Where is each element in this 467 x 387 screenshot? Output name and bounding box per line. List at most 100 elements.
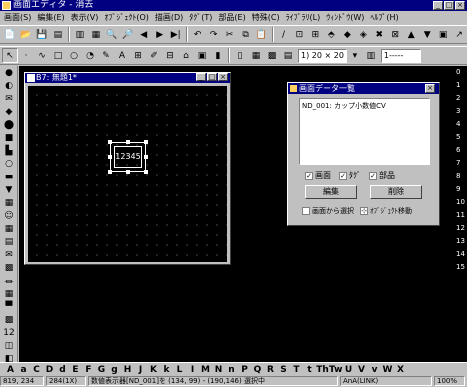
indicator-part-icon[interactable]: ◆ xyxy=(1,106,17,118)
calendar-part-icon[interactable]: ▀ xyxy=(1,301,17,313)
child-minimize-button[interactable]: _ xyxy=(196,73,206,81)
resize-handle[interactable] xyxy=(108,170,112,174)
letter-button[interactable]: Tw xyxy=(329,365,342,375)
letter-button[interactable]: L xyxy=(173,365,186,375)
resize-handle[interactable] xyxy=(108,140,112,144)
zoom-in-icon[interactable]: 🔍 xyxy=(104,27,120,42)
layer-number[interactable]: 3 xyxy=(455,105,467,118)
letter-button[interactable]: H xyxy=(121,365,134,375)
letter-button[interactable]: R xyxy=(264,365,277,375)
resize-handle[interactable] xyxy=(144,140,148,144)
letter-button[interactable]: g xyxy=(108,365,121,375)
tag-checkbox[interactable]: ✓ ﾀｸﾞ xyxy=(339,170,361,181)
trend-part-icon[interactable]: ▦ xyxy=(1,288,17,300)
cut-icon[interactable]: ✂ xyxy=(222,27,238,42)
menu-object[interactable]: ｵﾌﾞｼﾞｪｸﾄ(O) xyxy=(101,11,152,24)
dialog-close-button[interactable]: × xyxy=(425,84,435,93)
alarm-part-icon[interactable]: ▩ xyxy=(1,314,17,326)
resize-handle[interactable] xyxy=(126,140,130,144)
layer-number[interactable]: 8 xyxy=(455,170,467,183)
message-part-icon[interactable]: ✉ xyxy=(1,93,17,105)
child-maximize-button[interactable]: □ xyxy=(207,73,217,81)
next-screen-icon[interactable]: ▶ xyxy=(152,27,168,42)
letter-button[interactable]: k xyxy=(160,365,173,375)
dot-tool-icon[interactable]: · xyxy=(18,48,34,63)
letter-button[interactable]: V xyxy=(355,365,368,375)
letter-button[interactable]: P xyxy=(238,365,251,375)
layer-number[interactable]: 10 xyxy=(455,196,467,209)
screen-list-icon[interactable]: ▥ xyxy=(72,27,88,42)
menu-special[interactable]: 特殊(C) xyxy=(249,11,283,24)
jump-screen-icon[interactable]: ▶| xyxy=(168,27,184,42)
resize-handle[interactable] xyxy=(144,170,148,174)
dialog-titlebar[interactable]: 画面データ一覧 × xyxy=(288,83,439,94)
switch-tool-icon[interactable]: ⊟ xyxy=(162,48,178,63)
table-tool-icon[interactable]: ⊞ xyxy=(130,48,146,63)
screen-canvas[interactable]: 12345 xyxy=(28,86,227,262)
polyline-tool-icon[interactable]: ∿ xyxy=(34,48,50,63)
redo-icon[interactable]: ↷ xyxy=(206,27,222,42)
edit-button[interactable]: 編集 xyxy=(305,185,357,199)
layout-icon[interactable]: ▤ xyxy=(280,48,296,63)
letter-button[interactable]: M xyxy=(199,365,212,375)
numeric-display-object[interactable]: 12345 xyxy=(108,140,148,174)
child-close-button[interactable]: × xyxy=(218,73,228,81)
copy-icon[interactable]: ⧉ xyxy=(238,27,254,42)
maximize-button[interactable]: □ xyxy=(444,1,454,10)
ring-part-icon[interactable]: ○ xyxy=(1,158,17,170)
grid-toggle-icon[interactable]: ▯ xyxy=(232,48,248,63)
layer-number[interactable]: 7 xyxy=(455,157,467,170)
tank-part-icon[interactable]: ▦ xyxy=(1,197,17,209)
screen-property-icon[interactable]: ▦ xyxy=(88,27,104,42)
letter-button[interactable]: E xyxy=(69,365,82,375)
mail-part-icon[interactable]: ✉ xyxy=(1,249,17,261)
pattern-icon[interactable]: ▩ xyxy=(264,48,280,63)
zoom-out-icon[interactable]: 🔎 xyxy=(120,27,136,42)
close-button[interactable]: × xyxy=(455,1,465,10)
lamp-part-icon[interactable]: ● xyxy=(1,67,17,79)
minimize-button[interactable]: _ xyxy=(433,1,443,10)
layer-number[interactable]: 11 xyxy=(455,209,467,222)
layer-number[interactable]: 1 xyxy=(455,79,467,92)
parts-checkbox[interactable]: ✓ 部品 xyxy=(369,170,395,181)
group-icon[interactable]: ⊡ xyxy=(291,27,307,42)
undo-icon[interactable]: ↶ xyxy=(190,27,206,42)
letter-button[interactable]: K xyxy=(147,365,160,375)
letter-button[interactable]: S xyxy=(277,365,290,375)
layer-number[interactable]: 6 xyxy=(455,144,467,157)
open-file-icon[interactable]: 📂 xyxy=(18,27,34,42)
new-file-icon[interactable]: 📄 xyxy=(2,27,18,42)
letter-button[interactable]: I xyxy=(186,365,199,375)
letter-button[interactable]: U xyxy=(342,365,355,375)
layer-number[interactable]: 12 xyxy=(455,222,467,235)
object-move-button[interactable]: ⊹ ｵﾌﾞｼﾞｪｸﾄ移動 xyxy=(360,206,412,216)
resize-handle[interactable] xyxy=(144,155,148,159)
select-pointer-icon[interactable]: ↖ xyxy=(2,48,18,63)
menu-library[interactable]: ﾗｲﾌﾞﾗﾘ(L) xyxy=(283,11,324,24)
panel-part-icon[interactable]: ▦ xyxy=(1,223,17,235)
resize-handle[interactable] xyxy=(126,170,130,174)
grid-part-icon[interactable]: ▩ xyxy=(1,262,17,274)
line-tool-icon[interactable]: / xyxy=(276,27,292,42)
line-width-icon[interactable]: ▥ xyxy=(363,48,379,63)
properties-icon[interactable]: ▣ xyxy=(435,27,451,42)
prev-screen-icon[interactable]: ◀ xyxy=(136,27,152,42)
diamond-icon[interactable]: ◆ xyxy=(339,27,355,42)
wave-part-icon[interactable]: ⏛ xyxy=(1,275,17,288)
layer-number[interactable]: 9 xyxy=(455,183,467,196)
letter-button[interactable]: C xyxy=(30,365,43,375)
layer-number[interactable]: 4 xyxy=(455,118,467,131)
screen-checkbox[interactable]: ✓ 画面 xyxy=(305,170,331,181)
switch-part-icon[interactable]: ◐ xyxy=(1,80,17,92)
align-icon[interactable]: ⬘ xyxy=(323,27,339,42)
bar-part-icon[interactable]: ▬ xyxy=(1,171,17,183)
letter-button[interactable]: v xyxy=(368,365,381,375)
menu-tag[interactable]: ﾀｸﾞ(T) xyxy=(186,11,215,24)
resize-handle[interactable] xyxy=(108,155,112,159)
menu-draw[interactable]: 描画(D) xyxy=(152,11,186,24)
grid-size-select[interactable]: 1) 20 × 20 xyxy=(298,48,347,63)
paste-icon[interactable]: 📋 xyxy=(254,27,270,42)
list-item[interactable]: ND_001: カップ小数値CV xyxy=(302,101,427,111)
level-part-icon[interactable]: ▼ xyxy=(1,184,17,196)
letter-button[interactable]: X xyxy=(394,365,407,375)
